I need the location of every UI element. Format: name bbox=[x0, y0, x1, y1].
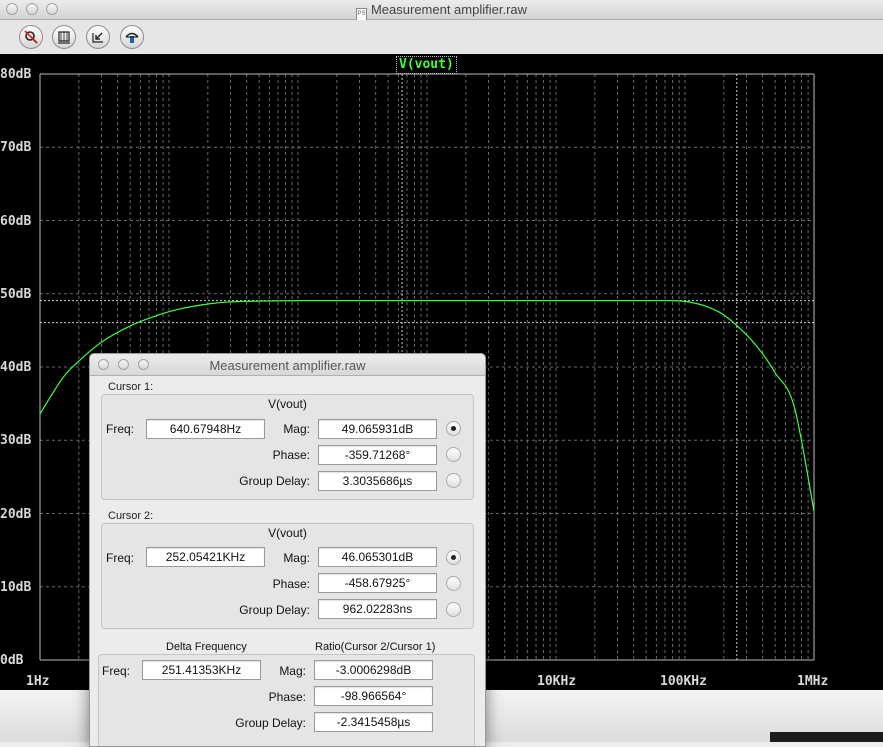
x-tick-label: 10KHz bbox=[537, 674, 577, 689]
zoom-back-button[interactable] bbox=[86, 25, 110, 49]
ratio-caption: Ratio(Cursor 2/Cursor 1) bbox=[315, 641, 436, 653]
y-tick-label: 70dB bbox=[0, 140, 32, 155]
cursor2-mag-field[interactable]: 46.065301dB bbox=[318, 547, 437, 567]
cursor1-group-delay-radio[interactable] bbox=[446, 473, 461, 488]
y-tick-label: 50dB bbox=[0, 287, 32, 302]
cursor2-mag-label: Mag: bbox=[283, 551, 310, 565]
cursor1-phase-radio[interactable] bbox=[446, 447, 461, 462]
cursor2-caption: Cursor 2: bbox=[108, 510, 154, 522]
cursor-dialog: Measurement amplifier.raw Cursor 1: V(vo… bbox=[89, 353, 486, 747]
delta-phase-label: Phase: bbox=[268, 690, 306, 704]
cursor1-mag-field[interactable]: 49.065931dB bbox=[318, 419, 437, 439]
autorange-button[interactable] bbox=[120, 25, 144, 49]
y-tick-label: 0dB bbox=[0, 653, 24, 668]
y-tick-label: 40dB bbox=[0, 360, 32, 375]
autorange-icon bbox=[125, 32, 139, 43]
delta-mag-label: Mag: bbox=[279, 664, 306, 678]
zoom-area-button[interactable] bbox=[52, 25, 76, 49]
cursor2-freq-label: Freq: bbox=[106, 551, 135, 565]
delta-group-delay-label: Group Delay: bbox=[235, 716, 306, 730]
x-tick-label: 1MHz bbox=[797, 674, 829, 689]
cursor1-phase-field[interactable]: -359.71268° bbox=[318, 445, 437, 465]
cursor2-mag-radio[interactable] bbox=[446, 550, 461, 565]
probe-icon bbox=[24, 30, 38, 44]
x-tick-label: 100KHz bbox=[660, 674, 707, 689]
cursor2-phase-label: Phase: bbox=[272, 577, 310, 591]
cursor1-mag-radio[interactable] bbox=[446, 421, 461, 436]
y-tick-label: 80dB bbox=[0, 67, 32, 82]
window-title: PS Measurement amplifier.raw bbox=[0, 2, 883, 21]
zoom-back-icon bbox=[92, 32, 103, 43]
delta-phase-field[interactable]: -98.966564° bbox=[314, 686, 433, 706]
cursor1-group-delay-label: Group Delay: bbox=[239, 474, 310, 488]
dialog-title: Measurement amplifier.raw bbox=[209, 358, 366, 373]
y-tick-label: 30dB bbox=[0, 433, 32, 448]
cursor2-group-delay-label: Group Delay: bbox=[239, 603, 310, 617]
y-tick-label: 20dB bbox=[0, 507, 32, 522]
cursor2-phase-field[interactable]: -458.67925° bbox=[318, 573, 437, 593]
zoom-area-icon bbox=[58, 31, 70, 44]
delta-frequency-caption: Delta Frequency bbox=[166, 641, 247, 653]
x-tick-label: 1Hz bbox=[26, 674, 50, 689]
cursor1-phase-label: Phase: bbox=[272, 448, 310, 462]
delta-mag-field[interactable]: -3.0006298dB bbox=[314, 660, 433, 680]
cursor2-group-delay-field[interactable]: 962.02283ns bbox=[318, 599, 437, 619]
delta-freq-label: Freq: bbox=[102, 664, 131, 678]
window-titlebar: PS Measurement amplifier.raw bbox=[0, 0, 883, 21]
cursor1-caption: Cursor 1: bbox=[108, 381, 154, 393]
dialog-titlebar: Measurement amplifier.raw bbox=[90, 354, 485, 376]
cursor1-mag-label: Mag: bbox=[283, 422, 310, 436]
cursor2-phase-radio[interactable] bbox=[446, 576, 461, 591]
y-tick-label: 10dB bbox=[0, 580, 32, 595]
cursor2-group-delay-radio[interactable] bbox=[446, 602, 461, 617]
desktop-background bbox=[770, 732, 883, 742]
cursor2-trace: V(vout) bbox=[268, 526, 307, 540]
y-tick-label: 60dB bbox=[0, 214, 32, 229]
cursor1-trace: V(vout) bbox=[268, 397, 307, 411]
cursor1-group-delay-field[interactable]: 3.3035686µs bbox=[318, 471, 437, 491]
trace-label[interactable]: V(vout) bbox=[396, 56, 457, 74]
delta-group-delay-field[interactable]: -2.3415458µs bbox=[314, 712, 433, 732]
probe-button[interactable] bbox=[19, 25, 43, 49]
cursor1-freq-label: Freq: bbox=[106, 422, 135, 436]
